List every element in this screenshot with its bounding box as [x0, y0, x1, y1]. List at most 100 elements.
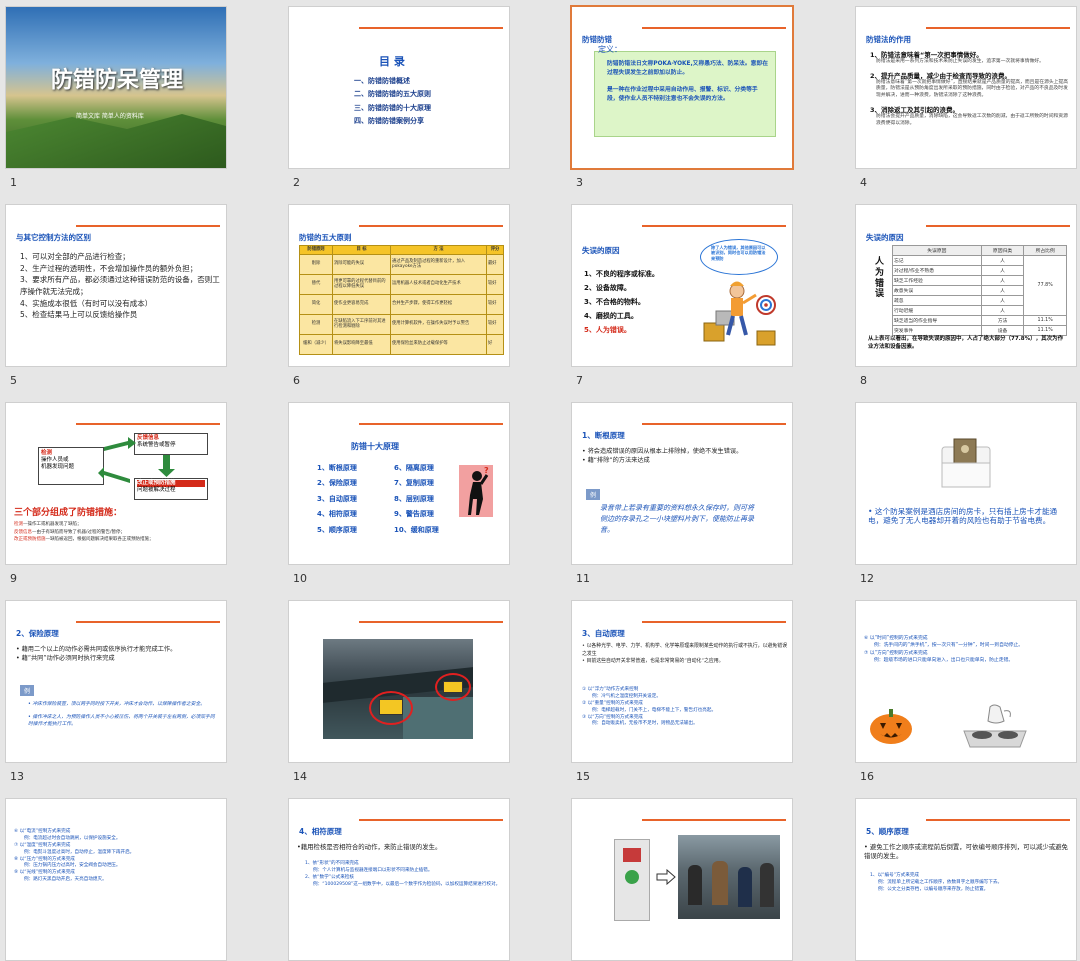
title-rule — [359, 225, 503, 227]
slide-thumb-11[interactable]: 1、断根原理 • 将会造成错误的原因从根本上排除掉，使绝不发生错误。 • 藉“排… — [566, 396, 836, 595]
slide-9[interactable]: 检测 操作人员或 机器发现问题 反馈信息 系统警告或暂停 改正或预防措施 问题被… — [5, 402, 227, 565]
slide-number: 16 — [860, 770, 874, 783]
slide-6[interactable]: 防错的五大原则 防错原则 目 标 方 法 评分 削除 消除可能的失误 通过产品及… — [288, 204, 510, 367]
slide-thumb-19[interactable] — [566, 792, 836, 961]
sub-heading: ⑦ 以“温度”控制方式来完成 — [14, 842, 71, 848]
slide-8[interactable]: 失误的原因 人为错误 失误原因 原因归类 所占比例 忘记人 77.8% 对过程/作… — [855, 204, 1077, 367]
slide-thumb-3[interactable]: 防错防错 定义： 防错防错法日文称POKA-YOKE,又称愚巧法、防呆法。意即在… — [566, 0, 836, 199]
sub-heading: ⑥ 以“时间”控制的方式来完成 — [864, 636, 928, 641]
slide-18[interactable]: 4、相符原理 •藉用检核是否相符合的动作，来防止错误的发生。 1、依“形状”的不… — [288, 798, 510, 961]
sub-heading-text: 以“方向”控制的方式来完成 — [869, 650, 928, 656]
table-cell: 使作业更容易完成 — [332, 293, 391, 315]
cause-item: 2、设备故障。 — [584, 284, 631, 292]
slide-12[interactable]: • 这个防呆案例是酒店房间的房卡，只有插上房卡才能通电，避免了无人电器却开着的风… — [855, 402, 1077, 565]
slide-thumb-14[interactable]: 14 — [283, 594, 553, 793]
sub-text: 例：电梯超载时，门关不上，电梯不能上下，警告灯也亮起。 — [592, 707, 717, 713]
cause-item: 1、不良的程序或标准。 — [584, 270, 659, 278]
principle-item: 5、顺序原理 — [317, 525, 357, 534]
table-cell: 缺乏适当的作业指导 — [892, 315, 982, 326]
slide-title: 2、保险原理 — [16, 629, 59, 638]
slide-thumb-8[interactable]: 失误的原因 人为错误 失误原因 原因归类 所占比例 忘记人 77.8% 对过程/作… — [850, 198, 1080, 397]
slide-7[interactable]: 失误的原因 除了人为错误，其他原因可以被识别，同时也可以用防错法来预防 1、不良… — [571, 204, 793, 367]
slide-number: 2 — [293, 176, 300, 189]
bullet-item: • 藉“排除”的方法来达成 — [582, 457, 650, 465]
slide-number: 8 — [860, 374, 867, 387]
term-desc: —缺陷被返回，根据问题解决结果取各正或预防措施； — [45, 537, 154, 543]
title-rule — [76, 225, 220, 227]
sub-text: 例：个人计算机与监视器连接端口以形状不同来防止插错。 — [313, 867, 433, 873]
sub-text: 例：冷气机之温度控制开关设定。 — [592, 693, 661, 699]
component-line: 反馈信息—由于有缺陷而导致了机器/过程的警告/暂停； — [14, 529, 224, 537]
table-cell: 方法 — [980, 315, 1025, 326]
slide-3[interactable]: 防错防错 定义： 防错防错法日文称POKA-YOKE,又称愚巧法、防呆法。意即在… — [570, 5, 794, 170]
principle-item: 8、层别原理 — [394, 494, 434, 503]
title-rule — [926, 27, 1070, 29]
slide-number: 15 — [576, 770, 590, 783]
slide-number: 9 — [10, 572, 17, 585]
slide-5[interactable]: 与其它控制方法的区别 1、可以对全部的产品进行检查； 2、生产过程的透明性，不会… — [5, 204, 227, 367]
example-tag: 例 — [586, 489, 601, 500]
table-header: 方 法 — [390, 245, 487, 255]
slide-thumb-15[interactable]: 3、自动原理 • 以各种光学、电学、力学、机构学、化学等原理来限制某些动作的执行… — [566, 594, 836, 793]
slide-thumb-18[interactable]: 4、相符原理 •藉用检核是否相符合的动作，来防止错误的发生。 1、依“形状”的不… — [283, 792, 553, 961]
slide-2[interactable]: 目 录 一、防错防错概述 二、防错防错的五大原则 三、防错防错的十大原理 四、防… — [288, 6, 510, 169]
table-cell: 使用计算机软件，在操作失误时予以警告 — [390, 313, 487, 335]
title-rule — [76, 621, 220, 623]
table-cell: 人 — [980, 285, 1025, 296]
slide-thumb-6[interactable]: 防错的五大原则 防错原则 目 标 方 法 评分 削除 消除可能的失误 通过产品及… — [283, 198, 553, 397]
slide-thumb-16[interactable]: ⑥ 以“时间”控制的方式来完成 例：洗手间内的“烘手机”，按一次只有“一分钟”，… — [850, 594, 1080, 793]
slide-thumb-17[interactable]: ⑥ 以“电流”控制方式来完成 例：电流超过时会自动跳闸，以保护设施安全。 ⑦ 以… — [0, 792, 270, 961]
slide-16[interactable]: ⑥ 以“时间”控制的方式来完成 例：洗手间内的“烘手机”，按一次只有“一分钟”，… — [855, 600, 1077, 763]
table-cell: 使用保险丝来防止过载保护等 — [390, 333, 487, 355]
factory-photo — [323, 639, 473, 739]
slide-17[interactable]: ⑥ 以“电流”控制方式来完成 例：电流超过时会自动跳闸，以保护设施安全。 ⑦ 以… — [5, 798, 227, 961]
slide-thumb-12[interactable]: • 这个防呆案例是酒店房间的房卡，只有插上房卡才能通电，避免了无人电器却开着的风… — [850, 396, 1080, 595]
sub-text: 例：自动贩卖机，无投币不足时，则物品无法输出。 — [592, 721, 698, 727]
point-heading: 2、提升产品质量，减少由于检查而导致的浪费。 — [870, 71, 1012, 80]
slide-thumb-20[interactable]: 5、顺序原理 • 避免工作之顺序或流程前后倒置，可依编号顺序排列，可以减少或避免… — [850, 792, 1080, 961]
table-cell: 疏忽 — [892, 295, 982, 306]
table-cell: 行动迟缓 — [892, 305, 982, 316]
slide-thumb-10[interactable]: 防错十大原理 1、断根原理 2、保险原理 3、自动原理 4、相符原理 5、顺序原… — [283, 396, 553, 595]
slide-thumb-9[interactable]: 检测 操作人员或 机器发现问题 反馈信息 系统警告或暂停 改正或预防措施 问题被… — [0, 396, 270, 595]
toc-item: 三、防错防错的十大原理 — [354, 103, 431, 112]
table-cell: 较好 — [486, 273, 504, 295]
slide-14[interactable] — [288, 600, 510, 763]
slide-thumb-2[interactable]: 目 录 一、防错防错概述 二、防错防错的五大原则 三、防错防错的十大原理 四、防… — [283, 0, 553, 199]
slide-thumb-5[interactable]: 与其它控制方法的区别 1、可以对全部的产品进行检查； 2、生产过程的透明性，不会… — [0, 198, 270, 397]
slide-20[interactable]: 5、顺序原理 • 避免工作之顺序或流程前后倒置，可依编号顺序排列，可以减少或避免… — [855, 798, 1077, 961]
slide-number: 3 — [576, 176, 583, 189]
slide-thumb-4[interactable]: 防错法的作用 1、防错法意味着“第一次把事情做好。 防错法是采用一系列方法和技术… — [850, 0, 1080, 199]
table-cell: 故意失误 — [892, 285, 982, 296]
bullet-item: • 藉“共同”动作必须同时执行来完成 — [16, 655, 115, 663]
slide-19[interactable] — [571, 798, 793, 961]
slide-thumb-7[interactable]: 失误的原因 除了人为错误，其他原因可以被识别，同时也可以用防错法来预防 1、不良… — [566, 198, 836, 397]
point-text: 防错法意味着“第一次就把事情做好”，直接结果就是产品质量的提高，而且是在源头上提… — [876, 79, 1069, 99]
slide-number: 4 — [860, 176, 867, 189]
slide-number: 7 — [576, 374, 583, 387]
slide-title: 4、相符原理 — [299, 827, 342, 836]
sub-heading-text: 以“光线”控制的方式来完成 — [19, 870, 75, 876]
slide-1[interactable]: 防错防呆管理 简单文库 简单人的资料库 — [5, 6, 227, 169]
example-text: 操作冲床之人，为预防操作人员不小心被压伤，将两个开关装于左右两侧，必须双手同时操… — [28, 715, 215, 728]
term: 改正或预防措施 — [14, 537, 46, 543]
sub-heading-text: 以“方向”控制的方式来完成 — [587, 714, 643, 720]
cause-item: 5、人为错误。 — [584, 326, 631, 334]
component-line: 检测—操作工或机器发现了缺陷； — [14, 521, 224, 529]
slide-number: 13 — [10, 770, 24, 783]
slide-title: 防错十大原理 — [351, 442, 399, 451]
slide-15[interactable]: 3、自动原理 • 以各种光学、电学、力学、机构学、化学等原理来限制某些动作的执行… — [571, 600, 793, 763]
table-cell: 削除 — [299, 253, 333, 275]
table-cell: 运用机器人技术或者自动化生产技术 — [390, 273, 487, 295]
slide-13[interactable]: 2、保险原理 • 藉用二个以上的动作必需共同或依序执行才能完成工作。 • 藉“共… — [5, 600, 227, 763]
slide-title: 1、断根原理 — [582, 431, 625, 440]
slide-4[interactable]: 防错法的作用 1、防错法意味着“第一次把事情做好。 防错法是采用一系列方法和技术… — [855, 6, 1077, 169]
principle-item: 6、隔离原理 — [394, 464, 434, 472]
table-cell: 缓和（减少） — [299, 333, 333, 355]
slide-thumb-1[interactable]: 防错防呆管理 简单文库 简单人的资料库 1 — [0, 0, 270, 199]
sub-heading: ⑦ 以“方向”控制的方式来完成 — [864, 650, 928, 656]
slide-thumb-13[interactable]: 2、保险原理 • 藉用二个以上的动作必需共同或依序执行才能完成工作。 • 藉“共… — [0, 594, 270, 793]
slide-10[interactable]: 防错十大原理 1、断根原理 2、保险原理 3、自动原理 4、相符原理 5、顺序原… — [288, 402, 510, 565]
title-rule — [926, 225, 1070, 227]
slide-11[interactable]: 1、断根原理 • 将会造成错误的原因从根本上排除掉，使绝不发生错误。 • 藉“排… — [571, 402, 793, 565]
